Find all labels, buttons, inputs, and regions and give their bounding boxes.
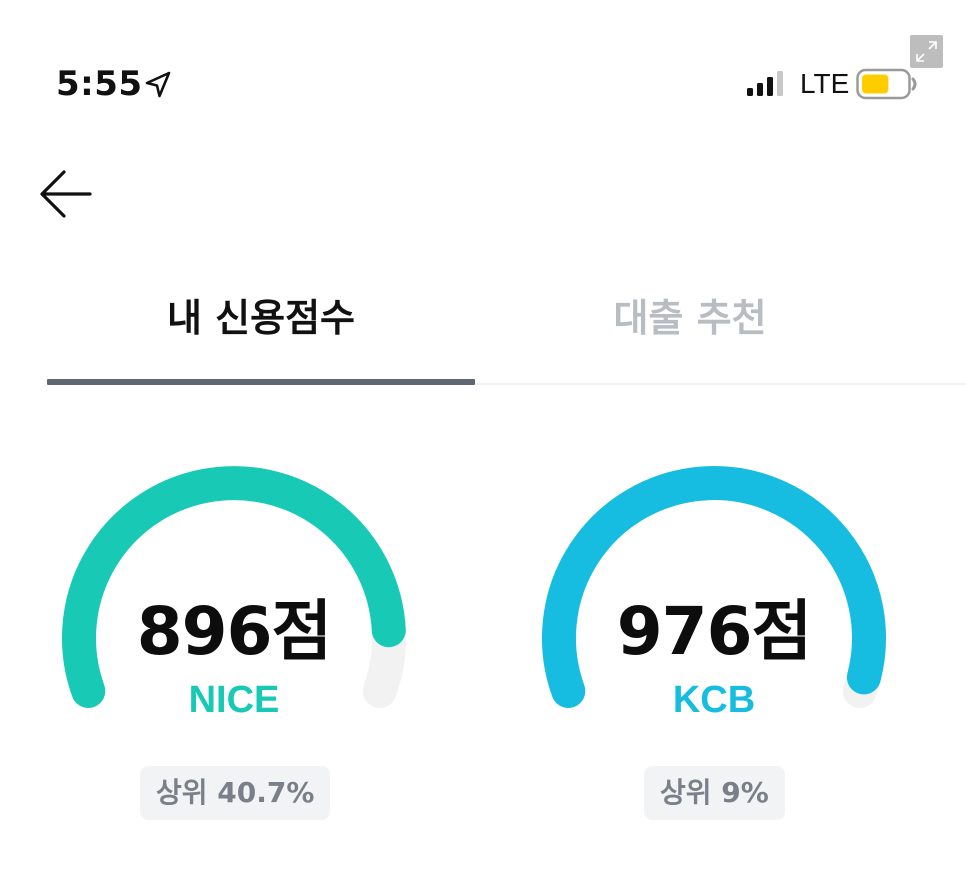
- kcb-rank-badge: 상위 9%: [644, 766, 785, 820]
- location-arrow-icon: [145, 71, 171, 98]
- nice-agency-label: NICE: [188, 679, 280, 721]
- status-time: 5:55: [56, 64, 143, 104]
- expand-icon[interactable]: [910, 35, 943, 68]
- expand-arrows-icon: [916, 41, 937, 62]
- tab-loan-recommendation[interactable]: 대출 추천: [476, 270, 904, 386]
- active-tab-indicator: [47, 379, 475, 385]
- battery-icon: [856, 68, 917, 100]
- nice-score-value: 896점: [136, 593, 333, 670]
- kcb-score-card[interactable]: 976점 KCB 상위 9%: [534, 462, 894, 842]
- kcb-score-value: 976점: [616, 593, 813, 670]
- tab-divider: [475, 383, 966, 385]
- back-button[interactable]: [36, 166, 96, 222]
- cellular-signal-icon: [747, 71, 783, 96]
- status-bar: 5:55 LTE: [0, 0, 966, 130]
- kcb-agency-label: KCB: [672, 679, 756, 721]
- tab-my-credit-score[interactable]: 내 신용점수: [47, 270, 475, 386]
- back-arrow-icon: [40, 170, 92, 218]
- nice-rank-badge: 상위 40.7%: [140, 766, 331, 820]
- tab-bar: 내 신용점수 대출 추천: [0, 270, 966, 388]
- network-type-label: LTE: [800, 68, 850, 99]
- nice-score-card[interactable]: 896점 NICE 상위 40.7%: [54, 462, 414, 842]
